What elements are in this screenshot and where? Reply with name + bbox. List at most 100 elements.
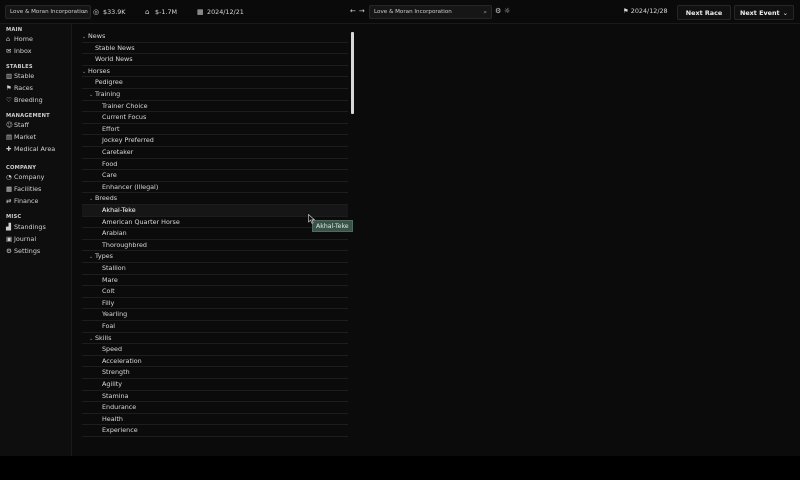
tree-item[interactable]: Arabian — [82, 228, 348, 240]
sidebar-item-stable[interactable]: ▥ Stable — [6, 71, 34, 81]
balance-value: $-1.7M — [155, 8, 178, 16]
tree-item[interactable]: Colt — [82, 286, 348, 298]
next-event-button[interactable]: Next Event ⌄ — [734, 5, 794, 20]
tree-item[interactable]: Trainer Choice — [82, 101, 348, 113]
inbox-icon: ✉ — [6, 47, 12, 55]
tree-scrollbar[interactable] — [351, 32, 354, 114]
tree-item-label: Speed — [102, 345, 123, 354]
tree-item[interactable]: Speed — [82, 344, 348, 356]
sidebar-item-medical-area[interactable]: ✚ Medical Area — [6, 144, 55, 154]
home-icon: ⌂ — [6, 35, 11, 43]
standings-icon: ▟ — [6, 223, 11, 231]
tree-item[interactable]: Endurance — [82, 402, 348, 414]
journal-icon: ▣ — [6, 235, 13, 243]
next-race-label: Next Race — [685, 9, 723, 17]
tree-item-label: Mare — [102, 275, 118, 284]
next-race-date: ⚑ 2024/12/28 — [623, 7, 668, 15]
sidebar-section-management: MANAGEMENT — [6, 113, 50, 119]
tree-item-label: Experience — [102, 426, 138, 435]
heart-icon: ♡ — [6, 96, 12, 104]
date-stat: ▦ 2024/12/21 — [197, 7, 244, 18]
tree-group[interactable]: ⌄ Types — [82, 251, 348, 263]
sidebar-item-facilities[interactable]: ▦ Facilities — [6, 184, 41, 194]
tree-item[interactable]: World News — [82, 54, 348, 66]
flag-icon: ⚑ — [6, 84, 12, 92]
tree-item-label: Foal — [102, 322, 116, 330]
tree-item[interactable]: Acceleration — [82, 356, 348, 368]
tree-group[interactable]: ⌄ Horses — [82, 66, 348, 78]
tree-item[interactable]: Experience — [82, 425, 348, 437]
tree-item-label: Endurance — [102, 403, 137, 412]
tree-item-label: Food — [102, 159, 118, 168]
sidebar-item-home[interactable]: ⌂ Home — [6, 34, 33, 44]
tree-item[interactable]: Foal — [82, 321, 348, 333]
settings-gear-icon[interactable]: ⚙ — [495, 7, 501, 15]
mouse-cursor-icon — [308, 214, 316, 224]
sidebar-item-staff[interactable]: ☺Staff — [6, 120, 29, 130]
top-bar: Love & Moran Incorporation ⌄ ◎ $33.9K ⌂ $-… — [0, 0, 800, 24]
calendar-icon: ▦ — [197, 8, 204, 16]
sidebar-item-races[interactable]: ⚑ Races — [6, 83, 33, 93]
tree-item-label: Yearling — [102, 310, 128, 319]
nav-arrows: ←→ — [350, 7, 368, 15]
sidebar-section-main: MAIN — [6, 27, 23, 33]
tree-group[interactable]: ⌄ Breeds — [82, 193, 348, 205]
tree-item[interactable]: Food — [82, 159, 348, 171]
balance-stat: ⌂ $-1.7M — [145, 7, 177, 18]
sidebar-item-settings[interactable]: ⚙ Settings — [6, 246, 40, 256]
tree-item[interactable]: Enhancer (Illegal) — [82, 182, 348, 194]
tree-item-label: Care — [102, 171, 117, 180]
tree-item[interactable]: Current Focus — [82, 112, 348, 124]
tree-item[interactable]: Stamina — [82, 391, 348, 403]
tree-item[interactable]: Filly — [82, 298, 348, 310]
money-stat: ◎ $33.9K — [93, 7, 126, 18]
tree-group[interactable]: ⌄ Training — [82, 89, 348, 101]
tree-item[interactable]: Health — [82, 414, 348, 426]
back-arrow-icon[interactable]: ← — [350, 7, 359, 15]
tree-item[interactable]: Stallion — [82, 263, 348, 275]
current-date: 2024/12/21 — [207, 8, 244, 16]
tree-item[interactable]: Thoroughbred — [82, 240, 348, 252]
medical-icon: ✚ — [6, 145, 12, 153]
gear-icon: ⚙ — [6, 247, 12, 255]
tree-item[interactable]: Stable News — [82, 43, 348, 55]
sidebar-section-company: COMPANY — [6, 165, 37, 171]
company-select[interactable]: Love & Moran Incorporation ⌄ — [5, 5, 91, 19]
tree-item[interactable]: Yearling — [82, 309, 348, 321]
tree-item-label: Types — [95, 252, 114, 261]
chevron-down-icon: ⌄ — [782, 9, 788, 17]
company-select-label: Love & Moran Incorporation — [10, 9, 88, 15]
tree-item[interactable]: Caretaker — [82, 147, 348, 159]
main-content: ⌄ News Stable News World News ⌄ Horses Pedigre… — [72, 24, 800, 456]
sidebar-item-journal[interactable]: ▣ Journal — [6, 234, 36, 244]
brightness-icon[interactable]: ☼ — [504, 7, 510, 15]
tree-item[interactable]: Mare — [82, 275, 348, 287]
forward-arrow-icon[interactable]: → — [359, 7, 368, 15]
tree-item[interactable]: Strength — [82, 367, 348, 379]
next-race-button[interactable]: Next Race — [677, 5, 731, 20]
sidebar-item-market[interactable]: ▤ Market — [6, 132, 36, 142]
tree-group[interactable]: ⌄ News — [82, 31, 348, 43]
tree-item-label: Jockey Preferred — [102, 136, 154, 145]
sidebar-item-company[interactable]: ◔ Company — [6, 172, 44, 182]
sidebar-item-inbox[interactable]: ✉ Inbox — [6, 46, 32, 56]
money-icon: ◎ — [93, 8, 100, 16]
tree-item-label: Current Focus — [102, 113, 147, 122]
tree-item[interactable]: Agility — [82, 379, 348, 391]
search-input[interactable]: Love & Moran Incorporation ⌕ — [369, 5, 492, 19]
sidebar: MAIN ⌂ Home ✉ Inbox STABLES ▥ Stable ⚑ Races… — [0, 24, 72, 456]
tree-item[interactable]: Pedigree — [82, 77, 348, 89]
topic-tree: ⌄ News Stable News World News ⌄ Horses Pedigre… — [82, 31, 352, 456]
tree-item[interactable]: Care — [82, 170, 348, 182]
tree-item[interactable]: Effort — [82, 124, 348, 136]
stable-icon: ▥ — [6, 72, 13, 80]
tree-item-label: Pedigree — [95, 78, 123, 87]
tree-group[interactable]: ⌄ Skills — [82, 333, 348, 345]
sidebar-section-stables: STABLES — [6, 64, 33, 70]
sidebar-item-finance[interactable]: ⇄ Finance — [6, 196, 38, 206]
tree-item[interactable]: Jockey Preferred — [82, 135, 348, 147]
sidebar-item-breeding[interactable]: ♡ Breeding — [6, 95, 43, 105]
sidebar-item-standings[interactable]: ▟ Standings — [6, 222, 46, 232]
tree-item-label: Akhal-Teke — [102, 206, 136, 214]
search-icon[interactable]: ⌕ — [483, 6, 487, 18]
